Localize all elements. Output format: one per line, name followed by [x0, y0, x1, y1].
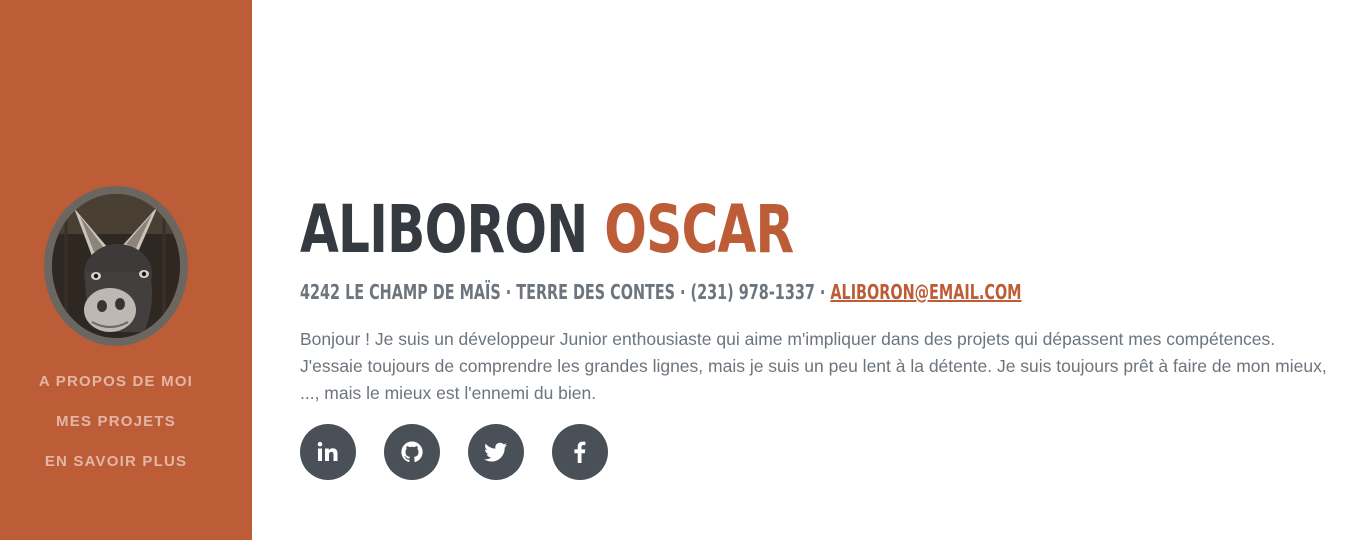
bio-text: Bonjour ! Je suis un développeur Junior … — [300, 329, 1327, 403]
email-link[interactable]: ALIBORON@EMAIL.COM — [830, 280, 1021, 304]
twitter-button[interactable] — [468, 424, 524, 480]
last-name: OSCAR — [604, 191, 794, 268]
linkedin-icon — [317, 441, 338, 461]
donkey-portrait-icon — [52, 194, 180, 338]
nav-item-about: A PROPOS DE MOI — [0, 362, 232, 402]
linkedin-button[interactable] — [300, 424, 356, 480]
contact-line: 4242 LE CHAMP DE MAÏS · TERRE DES CONTES… — [300, 278, 1022, 306]
twitter-icon — [484, 442, 507, 462]
github-icon — [401, 441, 423, 463]
first-name: ALIBORON — [300, 191, 588, 268]
github-button[interactable] — [384, 424, 440, 480]
address-text: 4242 LE CHAMP DE MAÏS · TERRE DES CONTES… — [300, 280, 826, 304]
nav-link-about[interactable]: A PROPOS DE MOI — [39, 373, 193, 390]
facebook-icon — [574, 441, 586, 463]
sidebar-nav: A PROPOS DE MOI MES PROJETS EN SAVOIR PL… — [0, 362, 232, 482]
social-icons — [300, 424, 608, 480]
profile-avatar — [44, 186, 188, 346]
nav-link-projects[interactable]: MES PROJETS — [56, 413, 176, 430]
nav-link-more[interactable]: EN SAVOIR PLUS — [45, 453, 187, 470]
nav-item-more: EN SAVOIR PLUS — [0, 442, 232, 482]
facebook-button[interactable] — [552, 424, 608, 480]
sidebar: A PROPOS DE MOI MES PROJETS EN SAVOIR PL… — [0, 0, 252, 540]
page-title: ALIBORON OSCAR — [300, 182, 794, 278]
nav-item-projects: MES PROJETS — [0, 402, 232, 442]
